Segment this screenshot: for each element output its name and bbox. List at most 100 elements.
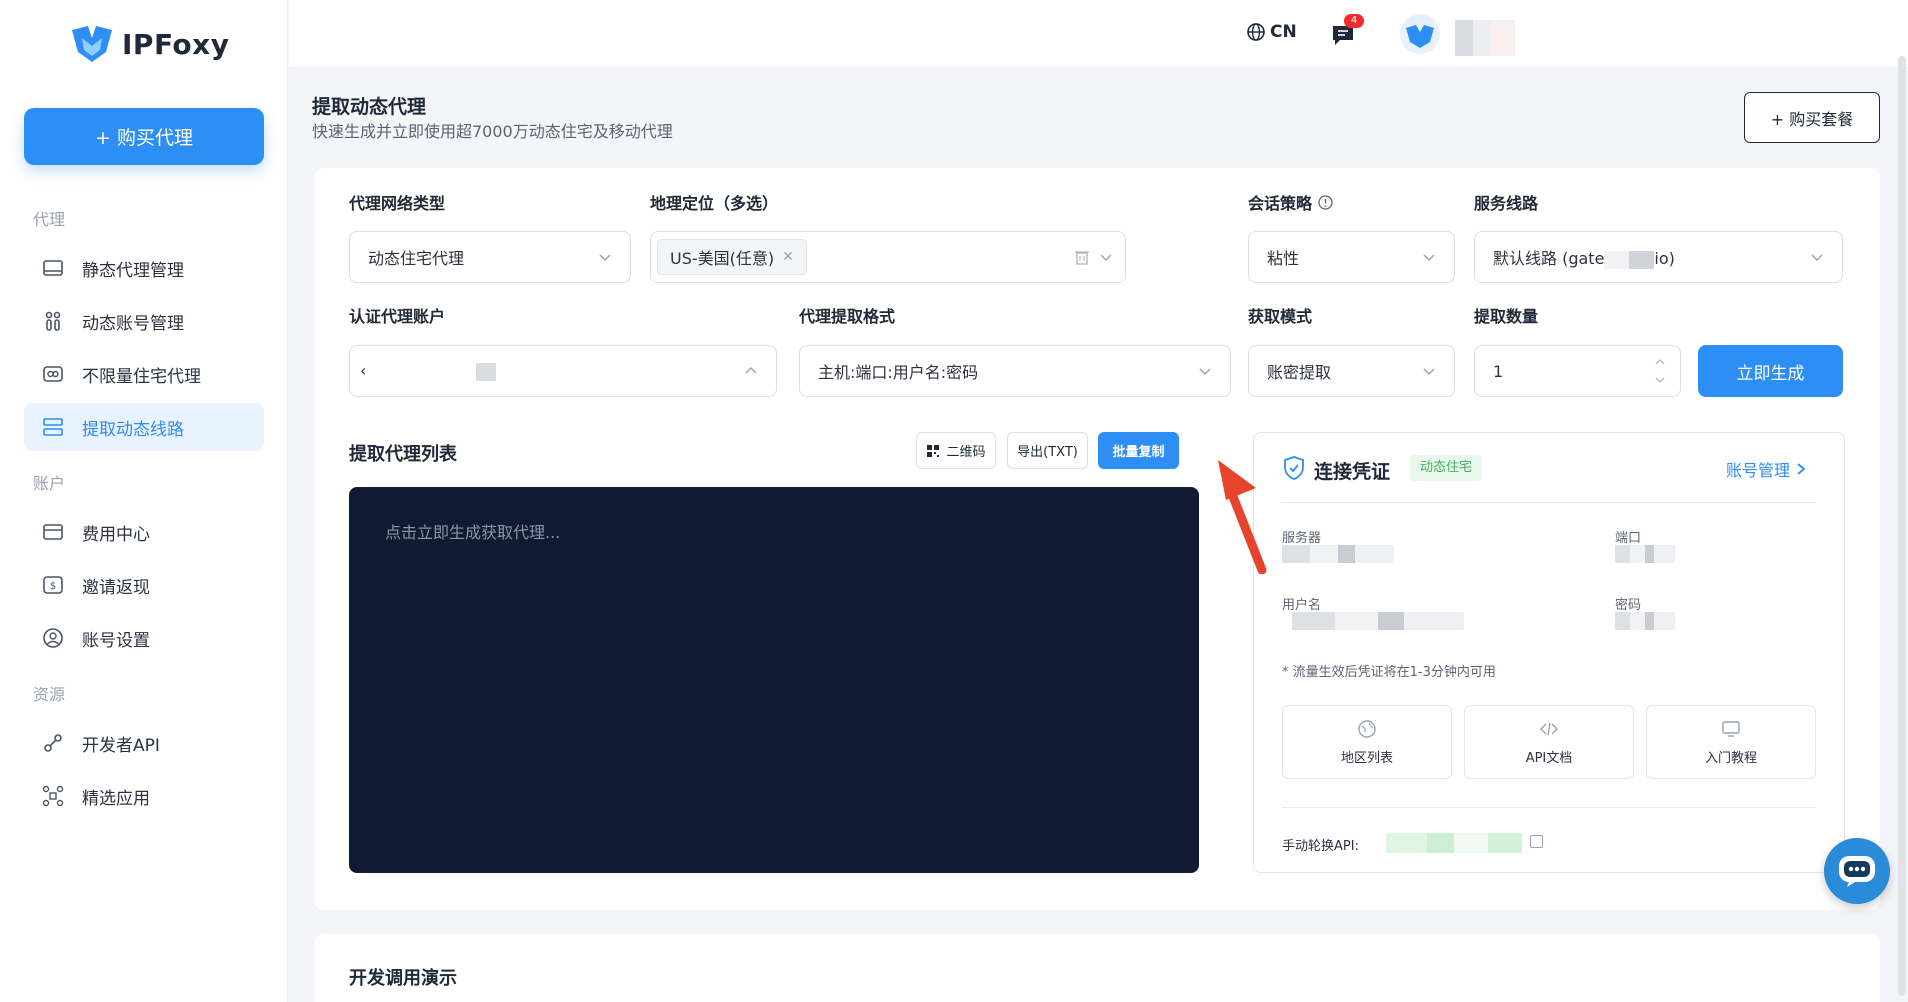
quantity-stepper[interactable]: 1: [1474, 345, 1681, 397]
location-chip-label: US-美国(任意): [670, 249, 775, 268]
dollar-icon: $: [43, 576, 63, 594]
password-value-redacted[interactable]: [1615, 612, 1675, 630]
account-manage-label: 账号管理: [1726, 461, 1791, 480]
sidebar-item-billing[interactable]: 费用中心: [24, 508, 264, 556]
credentials-divider: [1282, 502, 1816, 503]
sidebar-item-label: 费用中心: [82, 524, 150, 545]
proxy-output-area[interactable]: 点击立即生成获取代理...: [349, 487, 1199, 873]
chevron-down-icon: [1100, 254, 1112, 262]
password-label: 密码: [1615, 598, 1642, 613]
plug-icon: [44, 734, 62, 752]
quantity-value: 1: [1493, 361, 1504, 381]
username-value-redacted[interactable]: [1292, 612, 1464, 630]
chevron-right-icon: [1797, 463, 1806, 475]
info-icon[interactable]: [1318, 194, 1333, 210]
section-title-account: 账户: [33, 474, 66, 493]
session-label: 会话策略: [1248, 194, 1313, 213]
sidebar-item-static-proxy[interactable]: 静态代理管理: [24, 244, 264, 292]
location-multiselect[interactable]: US-美国(任意) ✕: [650, 231, 1126, 283]
route-select[interactable]: 默认线路 (gate io): [1474, 231, 1843, 283]
credentials-note: * 流量生效后凭证将在1-3分钟内可用: [1282, 665, 1496, 680]
top-bar: [289, 0, 1908, 68]
chevron-down-icon: [599, 254, 611, 262]
sidebar-item-dynamic-account[interactable]: 动态账号管理: [24, 297, 264, 345]
mode-label: 获取模式: [1248, 307, 1313, 326]
batch-copy-button[interactable]: 批量复制: [1098, 432, 1179, 469]
sidebar-item-label: 精选应用: [82, 788, 150, 809]
close-icon[interactable]: ✕: [782, 249, 794, 265]
mode-value: 账密提取: [1267, 363, 1332, 382]
globe-icon: [1247, 23, 1265, 41]
server-label: 服务器: [1282, 531, 1322, 546]
svg-text:$: $: [50, 581, 56, 592]
generate-button[interactable]: 立即生成: [1698, 345, 1843, 397]
proxy-list-title: 提取代理列表: [349, 444, 457, 465]
rotate-api-value-redacted[interactable]: [1386, 833, 1522, 853]
buy-proxy-button[interactable]: + 购买代理: [24, 108, 264, 165]
brand-logo[interactable]: IPFoxy: [70, 24, 229, 64]
sidebar-item-label: 账号设置: [82, 630, 150, 651]
fox-logo-icon: [72, 26, 112, 62]
users-icon: [45, 311, 61, 331]
quantity-label: 提取数量: [1474, 307, 1539, 326]
account-manage-link[interactable]: 账号管理: [1726, 457, 1806, 481]
username-label: 用户名: [1282, 598, 1322, 613]
section-title-proxy: 代理: [33, 210, 66, 229]
sidebar-item-referral[interactable]: $ 邀请返现: [24, 561, 264, 609]
sidebar-item-developer-api[interactable]: 开发者API: [24, 719, 264, 767]
server-icon: [43, 260, 63, 276]
sidebar-item-label: 提取动态线路: [82, 419, 184, 440]
section-title-resources: 资源: [33, 685, 66, 704]
page-scrollbar[interactable]: [1898, 56, 1906, 996]
session-value: 粘性: [1267, 249, 1300, 268]
tutorial-tile[interactable]: 入门教程: [1646, 705, 1816, 779]
credentials-type-badge: 动态住宅: [1410, 455, 1483, 481]
globe-icon: [1358, 719, 1376, 738]
sidebar-item-featured-apps[interactable]: 精选应用: [24, 772, 264, 820]
port-value-redacted[interactable]: [1615, 545, 1675, 563]
infinity-icon: [43, 366, 63, 382]
network-type-label: 代理网络类型: [349, 194, 446, 213]
route-label: 服务线路: [1474, 194, 1539, 213]
network-type-value: 动态住宅代理: [368, 249, 465, 268]
auth-account-select[interactable]: ‹: [349, 345, 777, 397]
output-placeholder: 点击立即生成获取代理...: [385, 523, 561, 542]
format-label: 代理提取格式: [799, 307, 896, 326]
sidebar-item-unlimited-residential[interactable]: 不限量住宅代理: [24, 350, 264, 398]
export-txt-button[interactable]: 导出(TXT): [1007, 432, 1088, 469]
server-value-redacted[interactable]: [1282, 545, 1394, 563]
mode-select[interactable]: 账密提取: [1248, 345, 1455, 397]
sidebar-item-account-settings[interactable]: 账号设置: [24, 614, 264, 662]
chat-support-button[interactable]: [1824, 838, 1890, 904]
trash-icon[interactable]: [1073, 248, 1091, 266]
language-label: CN: [1270, 22, 1297, 42]
username-redacted[interactable]: [1455, 20, 1515, 56]
buy-package-button[interactable]: + 购买套餐: [1744, 92, 1880, 143]
page-title: 提取动态代理: [312, 96, 427, 118]
sidebar-item-label: 开发者API: [82, 735, 160, 756]
message-count-badge: 4: [1344, 14, 1364, 28]
route-value: 默认线路 (gate io): [1493, 249, 1675, 269]
chat-bubble-icon: [1839, 856, 1875, 887]
credentials-title: 连接凭证: [1314, 461, 1391, 483]
tutorial-label: 入门教程: [1704, 750, 1757, 766]
qr-code-button[interactable]: 二维码: [916, 432, 996, 469]
page-subtitle: 快速生成并立即使用超7000万动态住宅及移动代理: [312, 122, 673, 141]
avatar[interactable]: [1400, 14, 1440, 54]
sidebar-item-extract-dynamic[interactable]: 提取动态线路: [24, 403, 264, 451]
format-select[interactable]: 主机:端口:用户名:密码: [799, 345, 1231, 397]
location-chip[interactable]: US-美国(任意) ✕: [657, 239, 807, 275]
api-docs-tile[interactable]: API文档: [1464, 705, 1634, 779]
stepper-arrows-icon[interactable]: [1654, 354, 1666, 388]
region-list-tile[interactable]: 地区列表: [1282, 705, 1452, 779]
extract-form-card: 代理网络类型 动态住宅代理 地理定位（多选） US-美国(任意) ✕ 会话策略 …: [314, 168, 1880, 910]
chevron-down-icon: [1423, 368, 1435, 376]
language-switch[interactable]: CN: [1246, 22, 1297, 42]
chevron-down-icon: [1423, 254, 1435, 262]
apps-icon: [42, 785, 64, 807]
copy-icon[interactable]: [1530, 835, 1543, 848]
sidebar-item-label: 静态代理管理: [82, 260, 184, 281]
session-select[interactable]: 粘性: [1248, 231, 1455, 283]
region-list-label: 地区列表: [1340, 750, 1393, 766]
network-type-select[interactable]: 动态住宅代理: [349, 231, 631, 283]
